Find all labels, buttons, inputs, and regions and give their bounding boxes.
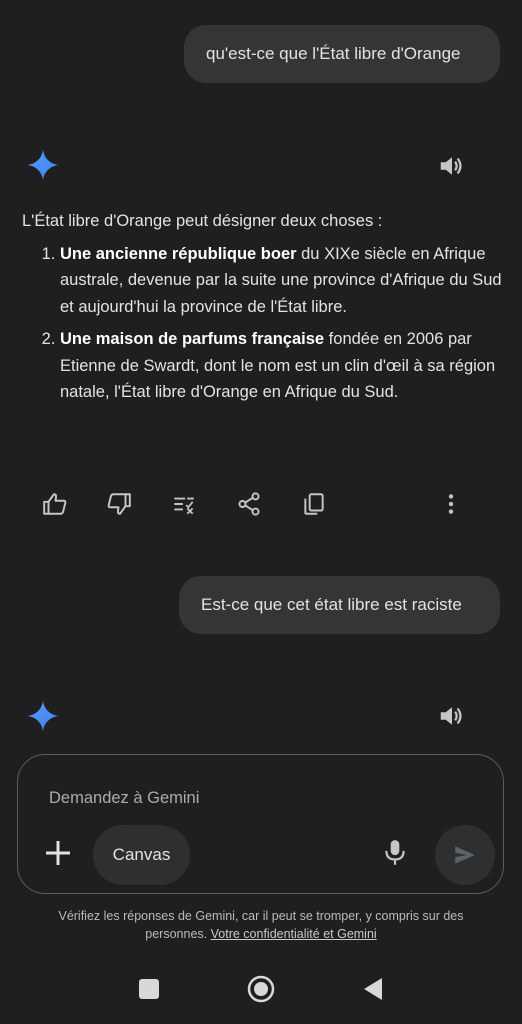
gemini-sparkle-icon	[27, 149, 59, 181]
share-button[interactable]	[234, 489, 264, 519]
microphone-icon[interactable]	[382, 839, 408, 867]
privacy-link[interactable]: Votre confidentialité et Gemini	[211, 927, 377, 941]
list-item-bold: Une maison de parfums française	[60, 330, 325, 348]
response-list: Une ancienne république boer du XIXe siè…	[22, 241, 502, 406]
nav-recents-button[interactable]	[134, 974, 164, 1004]
speaker-icon[interactable]	[437, 151, 467, 181]
thumbs-up-button[interactable]	[40, 489, 70, 519]
send-icon	[455, 846, 475, 864]
thumbs-up-icon	[43, 493, 67, 515]
gemini-response: L'État libre d'Orange peut désigner deux…	[22, 208, 502, 412]
disclaimer: Vérifiez les réponses de Gemini, car il …	[30, 907, 492, 943]
more-options-button[interactable]	[436, 489, 466, 519]
list-item: Une maison de parfums française fondée e…	[60, 326, 502, 406]
share-icon	[238, 492, 260, 516]
user-message-text: Est-ce que cet état libre est raciste	[201, 595, 462, 614]
plus-icon[interactable]	[42, 837, 74, 869]
copy-button[interactable]	[299, 489, 329, 519]
copy-icon	[304, 493, 324, 515]
square-icon	[139, 979, 159, 999]
more-vert-icon	[448, 494, 454, 514]
speaker-icon[interactable]	[437, 701, 467, 731]
thumbs-down-button[interactable]	[104, 489, 134, 519]
list-item: Une ancienne république boer du XIXe siè…	[60, 241, 502, 321]
thumbs-down-icon	[107, 493, 131, 515]
user-message-bubble: Est-ce que cet état libre est raciste	[179, 576, 500, 634]
send-button[interactable]	[435, 825, 495, 885]
response-intro: L'État libre d'Orange peut désigner deux…	[22, 212, 383, 230]
user-message-text: qu'est-ce que l'État libre d'Orange	[206, 44, 461, 63]
gemini-sparkle-icon	[27, 700, 59, 732]
prompt-input-placeholder[interactable]: Demandez à Gemini	[49, 789, 199, 808]
home-circle-icon	[247, 975, 275, 1003]
modify-response-icon	[174, 497, 194, 515]
modify-response-button[interactable]	[169, 489, 199, 519]
nav-back-button[interactable]	[358, 974, 388, 1004]
canvas-button-label: Canvas	[112, 845, 171, 864]
back-triangle-icon	[364, 978, 382, 1000]
user-message-bubble: qu'est-ce que l'État libre d'Orange	[184, 25, 500, 83]
prompt-composer[interactable]: Demandez à Gemini Canvas	[17, 754, 504, 894]
list-item-bold: Une ancienne république boer	[60, 244, 297, 263]
nav-home-button[interactable]	[246, 974, 276, 1004]
canvas-button[interactable]: Canvas	[93, 825, 190, 885]
